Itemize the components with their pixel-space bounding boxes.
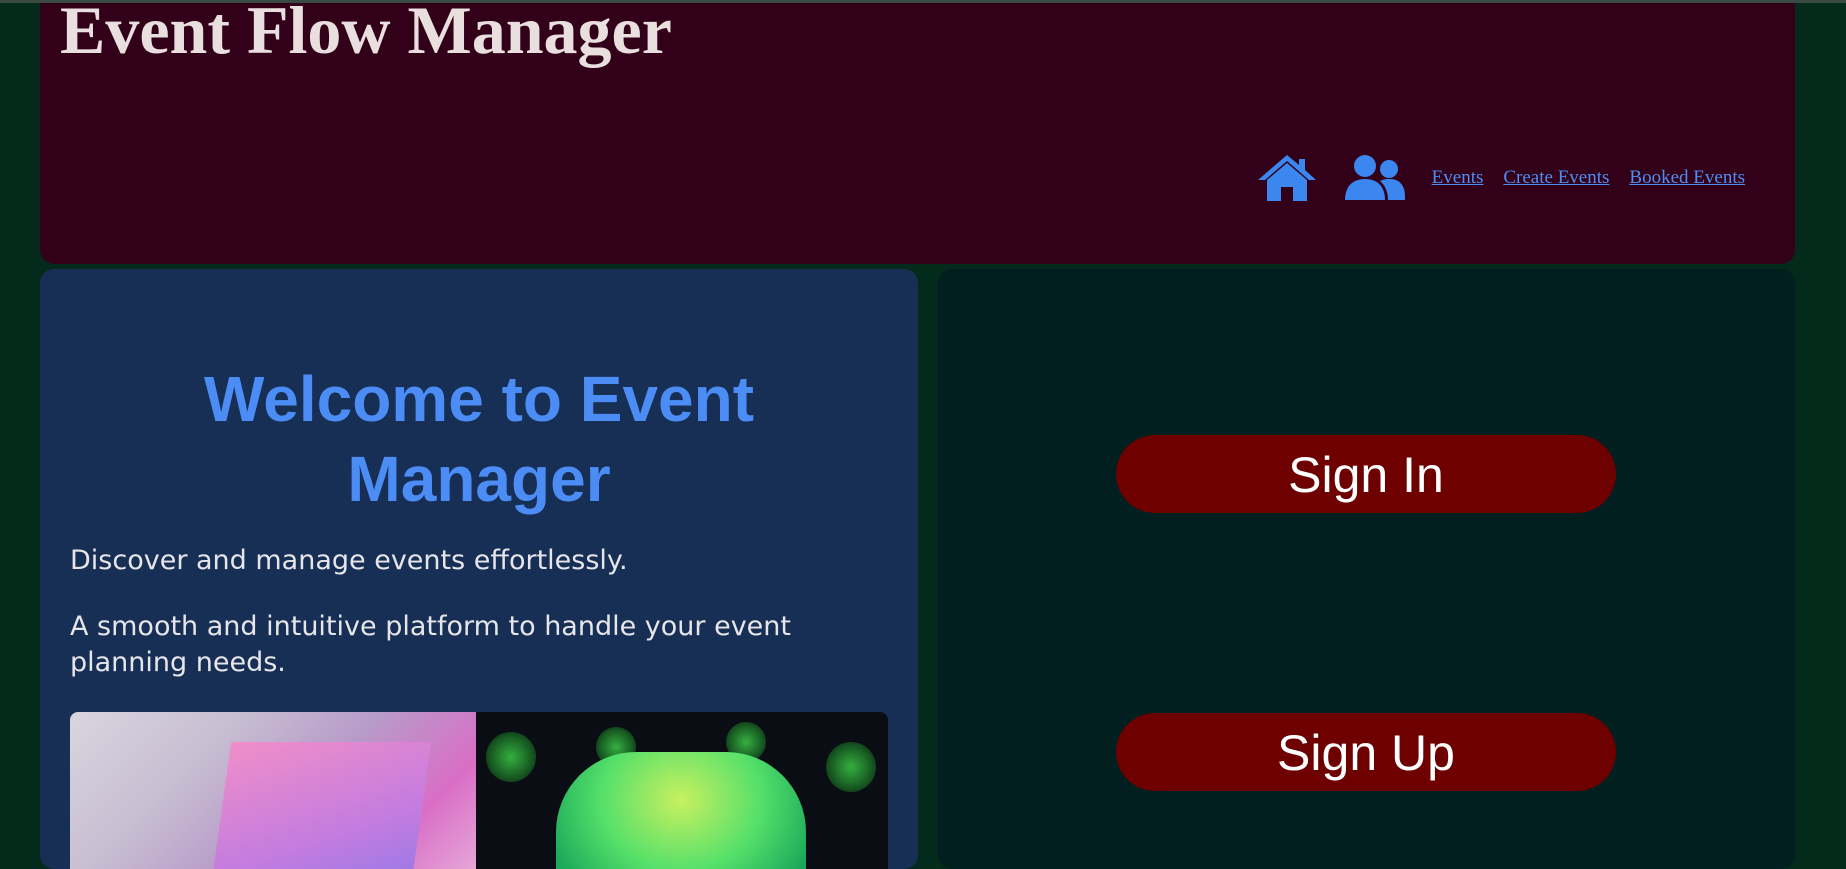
nav-link-create-events[interactable]: Create Events xyxy=(1503,167,1609,189)
home-icon[interactable] xyxy=(1256,153,1318,203)
welcome-heading-line1: Welcome to Event xyxy=(203,363,755,435)
welcome-panel: Welcome to Event Manager Discover and ma… xyxy=(40,269,918,869)
description-primary: Discover and manage events effortlessly. xyxy=(70,545,628,576)
nav-link-booked-events[interactable]: Booked Events xyxy=(1629,167,1745,189)
game-controller-image xyxy=(476,712,888,869)
welcome-heading: Welcome to Event Manager xyxy=(40,359,918,519)
description-secondary: A smooth and intuitive platform to handl… xyxy=(70,611,791,678)
welcome-heading-line2: Manager xyxy=(347,443,611,515)
site-header: Event Flow Manager Events Create Events … xyxy=(40,0,1795,264)
expo-hall-image xyxy=(70,712,476,869)
users-icon[interactable] xyxy=(1344,154,1406,202)
sign-up-button[interactable]: Sign Up xyxy=(1116,713,1616,791)
site-title: Event Flow Manager xyxy=(60,0,672,68)
nav-link-events[interactable]: Events xyxy=(1432,167,1484,189)
event-image-gallery xyxy=(70,712,888,869)
auth-panel: Sign In Sign Up xyxy=(938,269,1795,869)
sign-in-button[interactable]: Sign In xyxy=(1116,435,1616,513)
main-nav: Events Create Events Booked Events xyxy=(1256,153,1745,203)
